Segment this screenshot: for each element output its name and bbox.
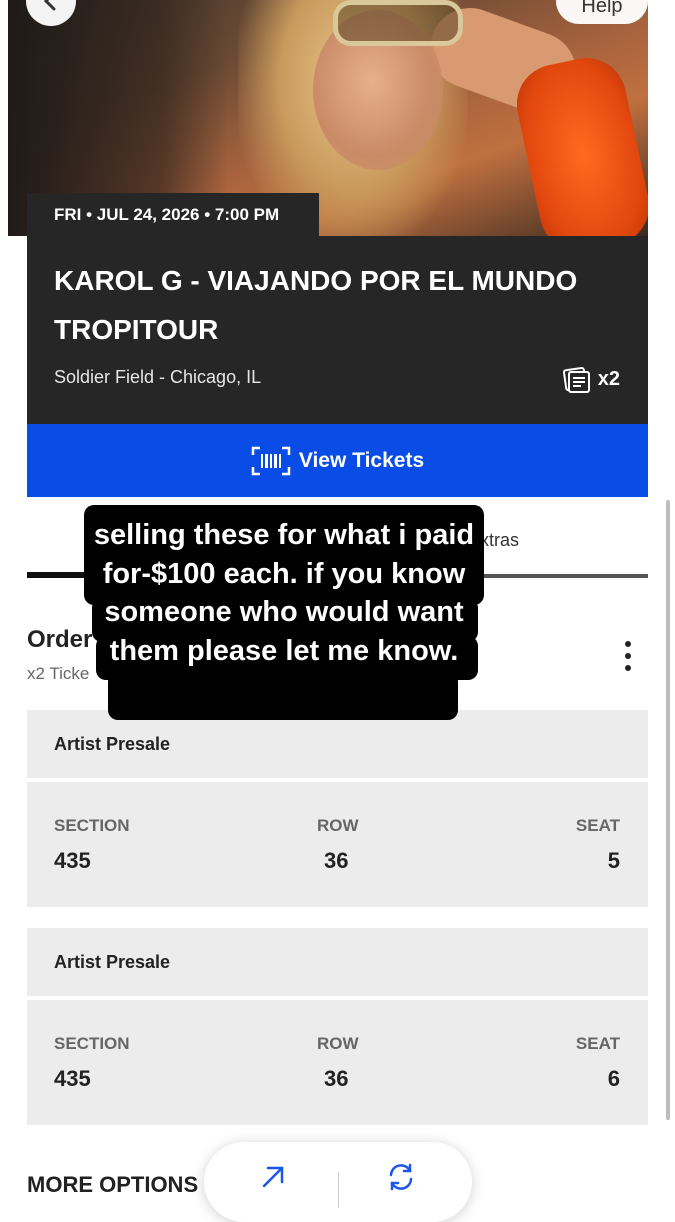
event-card: KAROL G - VIAJANDO POR EL MUNDO TROPITOU…: [27, 236, 648, 424]
barcode-icon: [251, 446, 291, 475]
chevron-left-icon: [43, 0, 56, 11]
tab-extras[interactable]: xtras: [480, 530, 519, 551]
help-button[interactable]: Help: [556, 0, 648, 24]
section-value: 435: [54, 1066, 91, 1091]
arrow-up-right-icon[interactable]: [256, 1160, 290, 1194]
seat-value: 5: [607, 848, 620, 873]
event-title: KAROL G - VIAJANDO POR EL MUNDO TROPITOU…: [54, 265, 578, 345]
seat-value: 6: [607, 1066, 620, 1091]
section-value: 435: [54, 848, 91, 873]
section-label: SECTION: [54, 1034, 130, 1053]
ticket-presale-header: Artist Presale: [27, 710, 648, 778]
scrollbar[interactable]: [666, 500, 670, 1120]
more-vertical-icon[interactable]: [618, 641, 638, 671]
ticket-count: x2: [562, 364, 620, 394]
event-venue: Soldier Field - Chicago, IL: [54, 367, 262, 387]
view-tickets-button[interactable]: View Tickets: [27, 424, 648, 497]
caption-overlay: selling these for what i paid for-$100 e…: [93, 519, 475, 667]
refresh-icon[interactable]: [384, 1160, 418, 1194]
seat-label: SEAT: [575, 816, 620, 835]
seat-label: SEAT: [575, 1034, 620, 1053]
order-subtitle: x2 Ticke: [27, 664, 90, 683]
bottom-action-bar: [204, 1142, 472, 1222]
section-label: SECTION: [54, 816, 130, 835]
row-value: 36: [324, 848, 349, 873]
view-tickets-label: View Tickets: [298, 448, 425, 472]
ticket-seat-info[interactable]: SECTION 435 ROW 36 SEAT 5: [27, 782, 648, 907]
order-title: Order: [27, 626, 93, 653]
more-options-heading: MORE OPTIONS: [27, 1172, 199, 1197]
ticket-count-label: x2: [597, 367, 620, 390]
ticket-seat-info[interactable]: SECTION 435 ROW 36 SEAT 6: [27, 1000, 648, 1125]
row-value: 36: [324, 1066, 349, 1091]
row-label: ROW: [317, 816, 359, 835]
ticket-presale-header: Artist Presale: [27, 928, 648, 996]
row-label: ROW: [317, 1034, 359, 1053]
event-date: FRI • JUL 24, 2026 • 7:00 PM: [27, 193, 319, 237]
ticket-icon: [562, 366, 590, 393]
